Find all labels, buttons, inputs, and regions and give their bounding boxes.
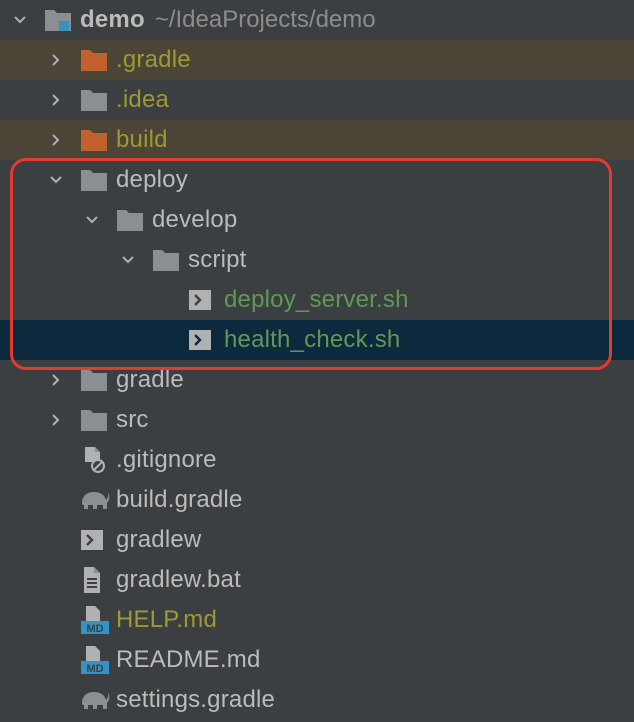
item-label: health_check.sh: [224, 326, 401, 353]
item-label: src: [116, 406, 149, 433]
item-label: build: [116, 126, 168, 153]
folder-icon: [116, 206, 146, 234]
tree-row-deploy[interactable]: deploy: [0, 160, 634, 200]
project-name: demo: [80, 6, 145, 33]
tree-row-gradlew-bat[interactable]: gradlew.bat: [0, 560, 634, 600]
folder-icon: [80, 166, 110, 194]
item-label: gradlew.bat: [116, 566, 241, 593]
item-label: deploy_server.sh: [224, 286, 409, 313]
chevron-down-icon[interactable]: [44, 168, 68, 192]
item-label: settings.gradle: [116, 686, 276, 713]
svg-text:MD: MD: [86, 623, 103, 635]
shell-script-icon: [80, 526, 110, 554]
chevron-down-icon[interactable]: [80, 208, 104, 232]
item-label: gradle: [116, 366, 184, 393]
item-label: .gitignore: [116, 446, 217, 473]
item-label: gradlew: [116, 526, 202, 553]
tree-row-idea[interactable]: .idea: [0, 80, 634, 120]
svg-text:MD: MD: [86, 663, 103, 675]
chevron-right-icon[interactable]: [44, 48, 68, 72]
item-label: HELP.md: [116, 606, 218, 633]
project-module-icon: [44, 6, 74, 34]
text-file-icon: [80, 566, 110, 594]
item-label: .idea: [116, 86, 170, 113]
project-tree: demo ~/IdeaProjects/demo .gradle .idea b…: [0, 0, 634, 720]
tree-row-help-md[interactable]: MD HELP.md: [0, 600, 634, 640]
item-label: script: [188, 246, 247, 273]
chevron-right-icon[interactable]: [44, 128, 68, 152]
tree-row-build-gradle[interactable]: build.gradle: [0, 480, 634, 520]
folder-icon: [80, 406, 110, 434]
ignored-file-icon: [80, 446, 110, 474]
tree-row-health-check-sh[interactable]: health_check.sh: [0, 320, 634, 360]
chevron-right-icon[interactable]: [44, 408, 68, 432]
tree-row-develop[interactable]: develop: [0, 200, 634, 240]
shell-script-icon: [188, 326, 218, 354]
tree-row-gradle[interactable]: gradle: [0, 360, 634, 400]
item-label: develop: [152, 206, 238, 233]
folder-excluded-icon: [80, 126, 110, 154]
tree-row-deploy-server-sh[interactable]: deploy_server.sh: [0, 280, 634, 320]
chevron-down-icon[interactable]: [116, 248, 140, 272]
project-path: ~/IdeaProjects/demo: [154, 6, 376, 33]
item-label: deploy: [116, 166, 188, 193]
folder-icon: [80, 366, 110, 394]
chevron-right-icon[interactable]: [44, 88, 68, 112]
folder-excluded-icon: [80, 46, 110, 74]
tree-row-root[interactable]: demo ~/IdeaProjects/demo: [0, 0, 634, 40]
chevron-right-icon[interactable]: [44, 368, 68, 392]
item-label: .gradle: [116, 46, 191, 73]
tree-row-script[interactable]: script: [0, 240, 634, 280]
tree-row-gitignore[interactable]: .gitignore: [0, 440, 634, 480]
folder-icon: [152, 246, 182, 274]
tree-row-gradlew[interactable]: gradlew: [0, 520, 634, 560]
tree-row-readme-md[interactable]: MD README.md: [0, 640, 634, 680]
item-label: README.md: [116, 646, 261, 673]
gradle-elephant-icon: [80, 486, 110, 514]
chevron-down-icon[interactable]: [8, 8, 32, 32]
tree-row-src[interactable]: src: [0, 400, 634, 440]
shell-script-icon: [188, 286, 218, 314]
gradle-elephant-icon: [80, 686, 110, 714]
tree-row-build[interactable]: build: [0, 120, 634, 160]
item-label: build.gradle: [116, 486, 243, 513]
tree-row-settings-gradle[interactable]: settings.gradle: [0, 680, 634, 720]
markdown-file-icon: MD: [80, 606, 110, 635]
markdown-file-icon: MD: [80, 646, 110, 675]
folder-icon: [80, 86, 110, 114]
tree-row-gradle-cache[interactable]: .gradle: [0, 40, 634, 80]
